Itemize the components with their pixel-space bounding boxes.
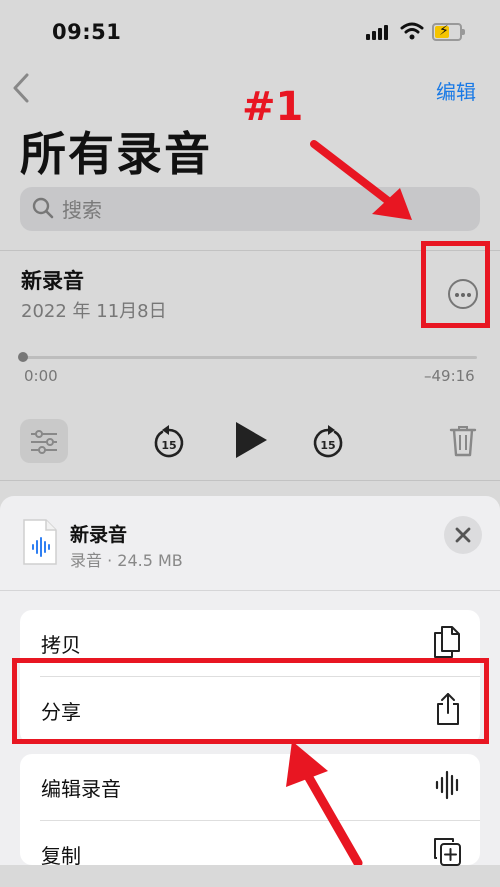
play-button[interactable] xyxy=(233,420,269,460)
playback-settings-button[interactable] xyxy=(20,419,68,463)
skip-forward-15-icon: 15 xyxy=(313,425,343,458)
play-icon xyxy=(236,422,267,458)
menu-item-edit-recording[interactable]: 编辑录音 xyxy=(20,754,480,820)
menu-item-duplicate[interactable]: 复制 xyxy=(20,821,480,887)
menu-item-label: 编辑录音 xyxy=(41,777,121,801)
search-icon xyxy=(32,197,54,219)
annotation-arrow-2 xyxy=(286,741,363,865)
trash-icon xyxy=(449,426,477,457)
divider xyxy=(0,480,500,481)
sheet-file-subtitle: 录音 · 24.5 MB xyxy=(70,551,183,570)
waveform-icon xyxy=(434,769,462,801)
close-button[interactable] xyxy=(444,516,482,554)
battery-icon: ⚡ xyxy=(432,23,465,41)
time-elapsed: 0:00 xyxy=(24,367,58,385)
playback-scrubber[interactable] xyxy=(22,356,477,359)
annotation-highlight-more xyxy=(421,241,490,328)
annotation-arrow-1 xyxy=(310,140,412,220)
scrubber-handle[interactable] xyxy=(18,352,28,362)
duplicate-icon xyxy=(432,836,462,868)
skip-forward-button[interactable]: 15 xyxy=(311,424,345,460)
skip-back-button[interactable]: 15 xyxy=(152,424,186,460)
annotation-highlight-share xyxy=(12,658,489,744)
skip-forward-seconds: 15 xyxy=(320,439,335,452)
menu-group-secondary: 编辑录音 复制 xyxy=(20,754,480,868)
annotation-label: #1 xyxy=(242,84,304,130)
close-icon xyxy=(455,527,471,543)
wifi-icon xyxy=(400,22,424,40)
recording-date: 2022 年 11月8日 xyxy=(21,301,167,322)
sheet-divider xyxy=(0,590,500,591)
recording-title[interactable]: 新录音 xyxy=(21,265,84,295)
skip-back-seconds: 15 xyxy=(161,439,176,452)
audio-file-icon xyxy=(22,518,58,566)
menu-item-label: 拷贝 xyxy=(41,633,81,657)
delete-button[interactable] xyxy=(449,424,477,458)
status-time: 09:51 xyxy=(52,20,122,44)
sheet-file-title: 新录音 xyxy=(70,524,128,546)
time-remaining: –49:16 xyxy=(424,367,475,385)
chevron-left-icon xyxy=(13,73,29,103)
skip-back-15-icon: 15 xyxy=(154,425,184,458)
page-title: 所有录音 xyxy=(20,127,212,181)
copy-icon xyxy=(432,625,462,659)
back-button[interactable] xyxy=(10,72,32,104)
sliders-icon xyxy=(31,430,57,454)
edit-button[interactable]: 编辑 xyxy=(436,76,476,105)
signal-icon xyxy=(366,24,392,40)
